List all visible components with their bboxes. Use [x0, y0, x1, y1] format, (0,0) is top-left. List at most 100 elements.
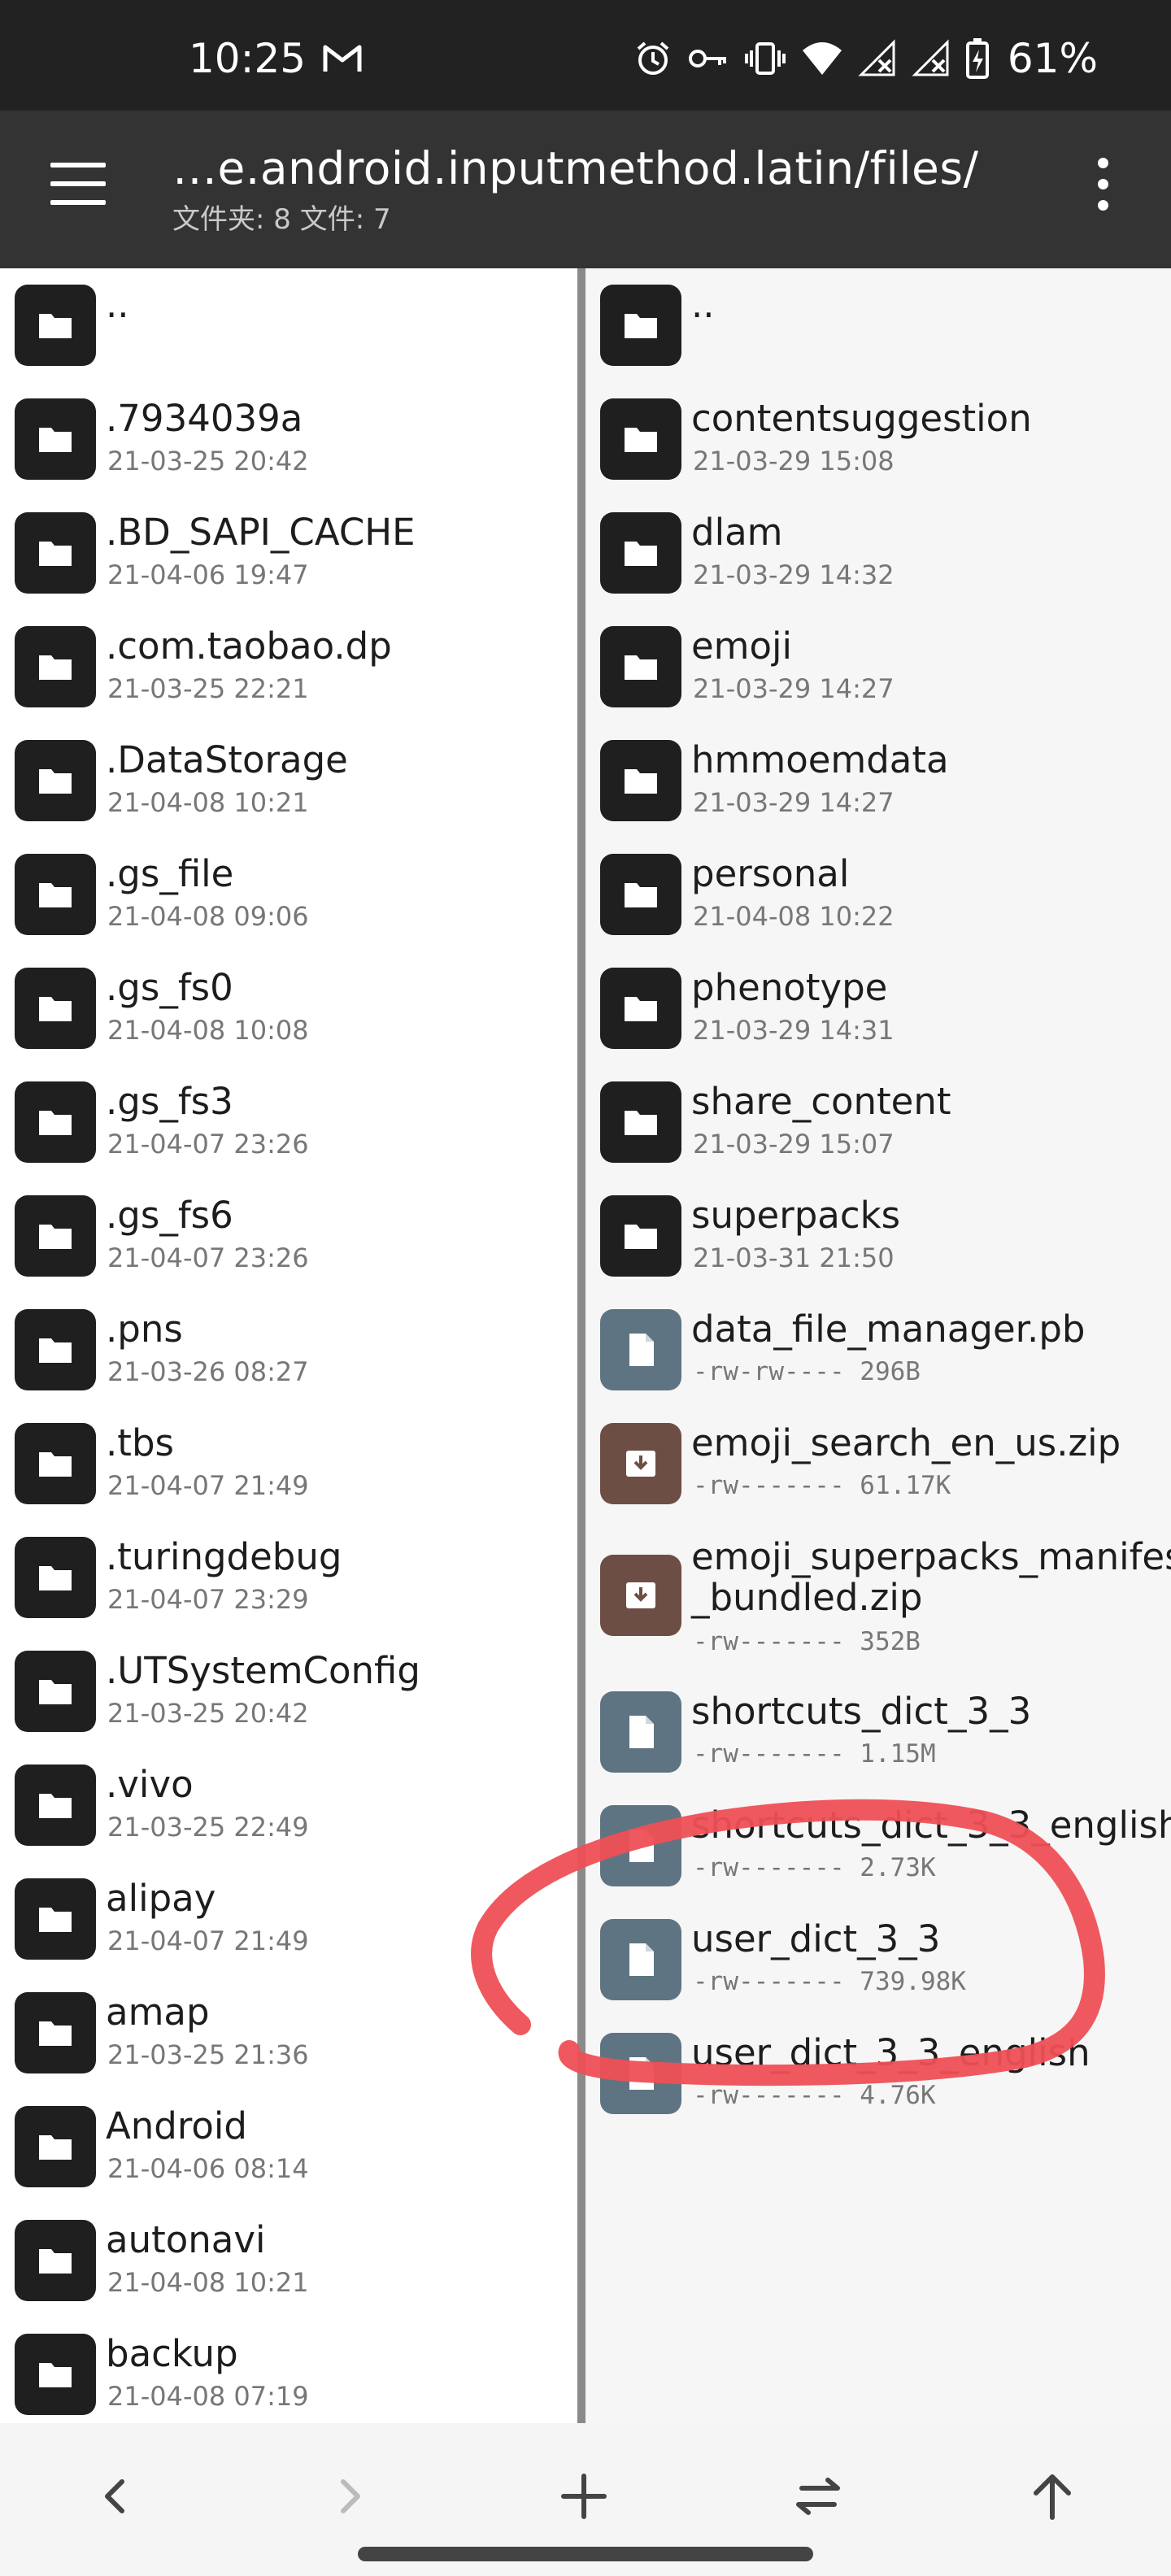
archive-icon — [600, 1423, 681, 1504]
item-permissions-size: -rw------- 4.76K — [693, 2081, 936, 2110]
status-icons: 61% — [633, 33, 1098, 85]
folder-row[interactable]: .UTSystemConfig 21-03-25 20:42 — [0, 1641, 577, 1755]
more-vert-icon[interactable] — [1083, 158, 1122, 226]
folder-row[interactable]: hmmoemdata 21-03-29 14:27 — [586, 730, 1171, 844]
file-row[interactable]: emoji_superpacks_manifest _bundled.zip -rw… — [586, 1527, 1171, 1682]
folder-icon — [15, 1878, 96, 1960]
folder-icon — [15, 1423, 96, 1504]
pane-divider[interactable] — [577, 268, 586, 2423]
add-icon[interactable] — [543, 2456, 625, 2537]
item-date: 21-03-29 14:31 — [693, 1015, 895, 1046]
gesture-handle[interactable] — [358, 2547, 813, 2561]
folder-row[interactable]: dlam 21-03-29 14:32 — [586, 503, 1171, 616]
folder-row[interactable]: Android 21-04-06 08:14 — [0, 2096, 577, 2210]
item-date: 21-03-25 22:21 — [107, 673, 309, 704]
item-date: 21-04-07 21:49 — [107, 1925, 309, 1956]
item-name: dlam — [691, 511, 783, 554]
item-date: 21-03-25 21:36 — [107, 2039, 309, 2070]
folder-row[interactable]: autonavi 21-04-08 10:21 — [0, 2210, 577, 2324]
folder-row[interactable]: .turingdebug 21-04-07 23:29 — [0, 1527, 577, 1641]
folder-row[interactable]: .7934039a 21-03-25 20:42 — [0, 389, 577, 503]
item-name: .BD_SAPI_CACHE — [106, 511, 416, 554]
battery-percentage: 61% — [1007, 35, 1098, 82]
folder-row[interactable]: .gs_fs6 21-04-07 23:26 — [0, 1186, 577, 1299]
item-date: 21-04-07 21:49 — [107, 1470, 309, 1501]
file-row[interactable]: emoji_search_en_us.zip -rw------- 61.17K — [586, 1413, 1171, 1527]
folder-row[interactable]: alipay 21-04-07 21:49 — [0, 1869, 577, 1982]
item-date: 21-04-08 10:21 — [107, 2267, 309, 2298]
item-name: Android — [106, 2104, 247, 2147]
item-name: .gs_fs0 — [106, 966, 233, 1009]
back-arrow-icon[interactable] — [75, 2456, 156, 2537]
item-name: backup — [106, 2332, 238, 2375]
folder-row[interactable]: emoji 21-03-29 14:27 — [586, 616, 1171, 730]
archive-icon — [600, 1555, 681, 1636]
folder-row[interactable]: phenotype 21-03-29 14:31 — [586, 958, 1171, 1072]
swap-icon[interactable] — [777, 2456, 859, 2537]
item-date: 21-03-29 15:07 — [693, 1129, 895, 1160]
item-name: alipay — [106, 1877, 216, 1920]
folder-icon — [15, 285, 96, 366]
item-date: 21-04-08 10:22 — [693, 901, 895, 932]
item-name: .turingdebug — [106, 1535, 342, 1578]
item-name: contentsuggestion — [691, 397, 1032, 440]
folder-icon — [15, 1764, 96, 1846]
folder-row[interactable]: backup 21-04-08 07:19 — [0, 2324, 577, 2423]
folder-row[interactable]: .. — [0, 275, 577, 389]
folder-row[interactable]: superpacks 21-03-31 21:50 — [586, 1186, 1171, 1299]
item-name: user_dict_3_3_english — [691, 2031, 1090, 2074]
folder-row[interactable]: personal 21-04-08 10:22 — [586, 844, 1171, 958]
item-name-continued: _bundled.zip — [691, 1576, 923, 1619]
item-permissions-size: -rw------- 2.73K — [693, 1853, 936, 1882]
item-name: emoji_search_en_us.zip — [691, 1421, 1121, 1464]
item-permissions-size: -rw------- 1.15M — [693, 1739, 936, 1769]
folder-icon — [15, 1537, 96, 1618]
file-row[interactable]: user_dict_3_3 -rw------- 739.98K — [586, 1909, 1171, 2023]
folder-row[interactable]: .. — [586, 275, 1171, 389]
item-name: shortcuts_dict_3_3 — [691, 1690, 1032, 1733]
folder-row[interactable]: .gs_fs0 21-04-08 10:08 — [0, 958, 577, 1072]
folder-icon — [600, 1081, 681, 1163]
up-arrow-icon[interactable] — [1012, 2456, 1093, 2537]
folder-icon — [600, 854, 681, 935]
folder-row[interactable]: .vivo 21-03-25 22:49 — [0, 1755, 577, 1869]
folder-icon — [600, 512, 681, 594]
folder-icon — [600, 398, 681, 480]
file-row[interactable]: data_file_manager.pb -rw-rw---- 296B — [586, 1299, 1171, 1413]
folder-row[interactable]: amap 21-03-25 21:36 — [0, 1982, 577, 2096]
hamburger-menu-icon[interactable] — [46, 163, 111, 216]
right-file-pane[interactable]: .. contentsuggestion 21-03-29 15:08 dlam 21-… — [586, 268, 1171, 2423]
folder-file-count: 文件夹: 8 文件: 7 — [172, 203, 391, 236]
folder-row[interactable]: .tbs 21-04-07 21:49 — [0, 1413, 577, 1527]
current-path[interactable]: …e.android.inputmethod.latin/files/ — [172, 140, 979, 197]
item-date: 21-04-08 10:21 — [107, 787, 309, 818]
item-name: .DataStorage — [106, 738, 348, 781]
folder-icon — [15, 2220, 96, 2301]
folder-icon — [600, 740, 681, 821]
document-icon — [600, 1919, 681, 2000]
folder-row[interactable]: .pns 21-03-26 08:27 — [0, 1299, 577, 1413]
item-name: .7934039a — [106, 397, 303, 440]
vibrate-icon — [744, 42, 786, 75]
folder-icon — [15, 854, 96, 935]
item-name: .vivo — [106, 1763, 194, 1806]
folder-icon — [600, 285, 681, 366]
bottom-toolbar — [0, 2423, 1171, 2576]
item-name: personal — [691, 852, 850, 895]
battery-icon — [965, 38, 989, 79]
folder-row[interactable]: .com.taobao.dp 21-03-25 22:21 — [0, 616, 577, 730]
folder-row[interactable]: .gs_fs3 21-04-07 23:26 — [0, 1072, 577, 1186]
folder-row[interactable]: share_content 21-03-29 15:07 — [586, 1072, 1171, 1186]
item-name: phenotype — [691, 966, 888, 1009]
folder-row[interactable]: .gs_file 21-04-08 09:06 — [0, 844, 577, 958]
file-row[interactable]: user_dict_3_3_english -rw------- 4.76K — [586, 2023, 1171, 2137]
item-name: .. — [691, 283, 715, 326]
file-row[interactable]: shortcuts_dict_3_3_english -rw------- 2.7… — [586, 1795, 1171, 1909]
folder-icon — [600, 968, 681, 1049]
file-row[interactable]: shortcuts_dict_3_3 -rw------- 1.15M — [586, 1682, 1171, 1795]
forward-arrow-icon[interactable] — [309, 2456, 390, 2537]
folder-row[interactable]: .DataStorage 21-04-08 10:21 — [0, 730, 577, 844]
folder-row[interactable]: contentsuggestion 21-03-29 15:08 — [586, 389, 1171, 503]
left-file-pane[interactable]: .. .7934039a 21-03-25 20:42 .BD_SAPI_CACHE 2… — [0, 268, 577, 2423]
folder-row[interactable]: .BD_SAPI_CACHE 21-04-06 19:47 — [0, 503, 577, 616]
